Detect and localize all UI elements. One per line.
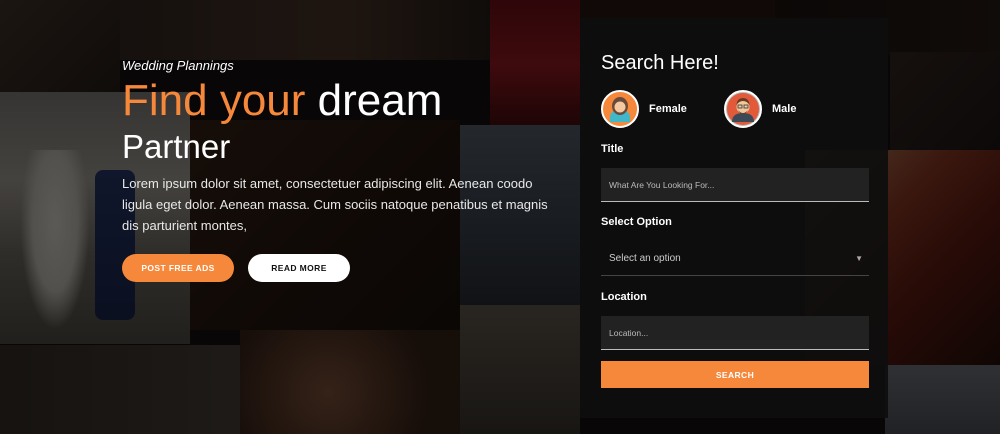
select-option-label: Select Option (601, 216, 672, 228)
hero-buttons: POST FREE ADS READ MORE (122, 254, 562, 282)
read-more-button[interactable]: READ MORE (248, 254, 350, 282)
search-panel-title: Search Here! (601, 52, 719, 74)
hero-headline: Find your dream Partner (122, 79, 562, 165)
chevron-down-icon: ▼ (855, 254, 863, 263)
post-free-ads-button[interactable]: POST FREE ADS (122, 254, 234, 282)
gender-female-label: Female (649, 103, 687, 115)
gender-option-female[interactable]: Female (601, 90, 687, 128)
option-select[interactable]: Select an option ▼ (601, 242, 869, 276)
headline-accent-text: Find your (122, 76, 306, 125)
headline-white-text: dream (317, 76, 443, 125)
gender-option-male[interactable]: Male (724, 90, 796, 128)
hero-subtitle: Wedding Plannings (122, 58, 234, 73)
hero-description: Lorem ipsum dolor sit amet, consectetuer… (122, 176, 548, 233)
hero-intro: Wedding Plannings Find your dream Partne… (122, 58, 562, 282)
female-avatar-icon (601, 90, 639, 128)
location-input[interactable]: Location... (601, 316, 869, 350)
gender-male-label: Male (772, 103, 797, 115)
hero-section: Wedding Plannings Find your dream Partne… (0, 0, 1000, 434)
search-button[interactable]: SEARCH (601, 361, 869, 388)
title-input[interactable]: What Are You Looking For... (601, 168, 869, 202)
location-field-label: Location (601, 291, 647, 303)
male-avatar-icon (724, 90, 762, 128)
title-field-label: Title (601, 143, 624, 155)
option-select-value: Select an option (609, 253, 681, 264)
search-panel: Search Here! Female Male Title What Are … (580, 18, 888, 418)
headline-second-line: Partner (122, 128, 231, 165)
